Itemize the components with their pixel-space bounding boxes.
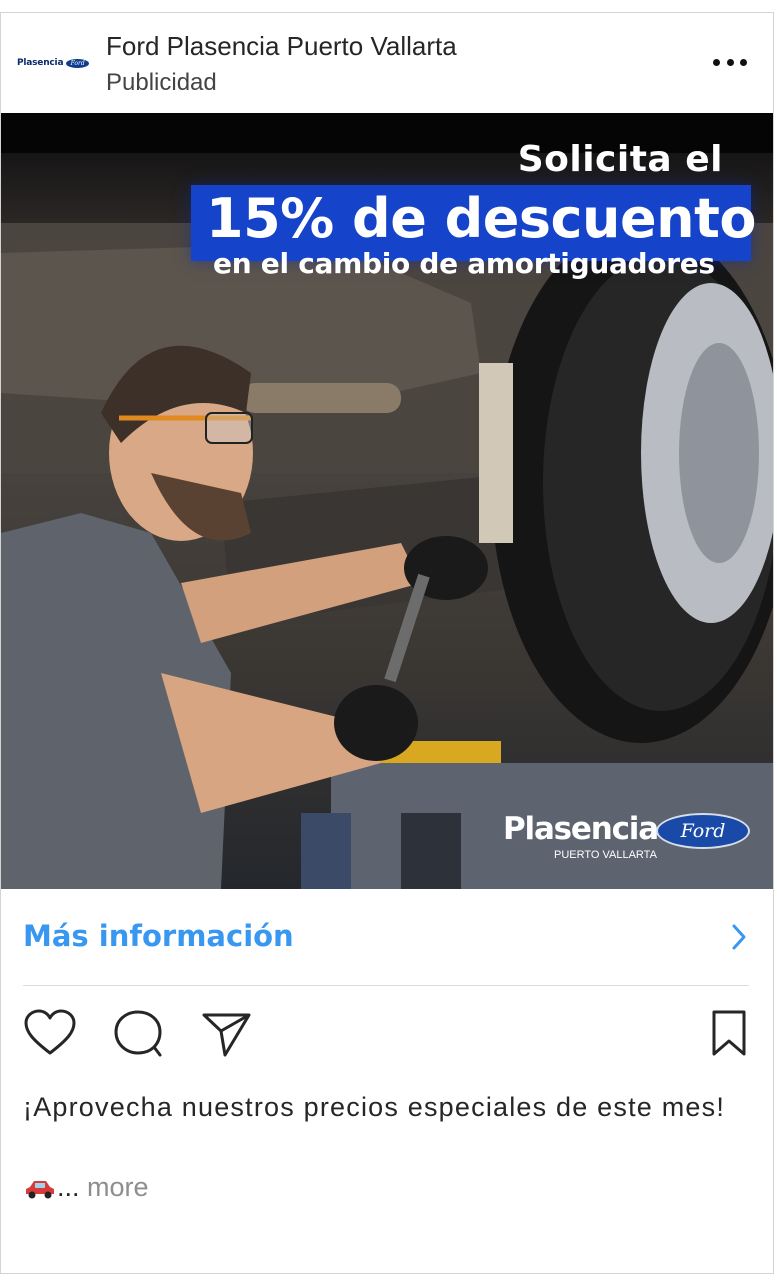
wheel-hub: [679, 343, 759, 563]
share-icon[interactable]: [201, 1011, 253, 1059]
glasses-lens: [205, 412, 253, 444]
avatar-brand-text: Plasencia: [17, 58, 64, 68]
dealer-logo-subtext: PUERTO VALLARTA: [554, 849, 657, 861]
more-info-link[interactable]: Más información: [1, 889, 773, 985]
dealer-logo-text: Plasencia: [503, 811, 659, 847]
post-header: Plasencia Ford Ford Plasencia Puerto Val…: [1, 13, 773, 113]
jack-stand: [301, 813, 351, 889]
heart-icon[interactable]: [23, 1009, 77, 1057]
exhaust-pipe: [241, 383, 401, 413]
headline-line-3: en el cambio de amortiguadores: [213, 247, 715, 280]
ad-image[interactable]: Solicita el 15% de descuento en el cambi…: [1, 113, 773, 889]
divider: [23, 985, 749, 986]
ford-logo: Ford: [656, 813, 750, 849]
cta-label: Más información: [23, 919, 294, 953]
ad-post-card: Plasencia Ford Ford Plasencia Puerto Val…: [0, 12, 774, 1274]
top-bar: [0, 0, 777, 12]
account-name[interactable]: Ford Plasencia Puerto Vallarta: [106, 31, 457, 62]
tool-cabinet: [401, 813, 461, 889]
comment-icon[interactable]: [111, 1009, 165, 1059]
avatar-ford-oval: Ford: [66, 58, 89, 68]
caption-ellipsis: ...: [57, 1172, 80, 1202]
chevron-right-icon: [732, 924, 746, 950]
dot: [740, 58, 747, 66]
more-link[interactable]: more: [87, 1172, 149, 1202]
car-icon: [26, 1180, 54, 1199]
glove-left: [334, 685, 418, 761]
headline-line-1: Solicita el: [517, 139, 723, 180]
more-options-icon[interactable]: [713, 55, 747, 69]
bookmark-icon[interactable]: [709, 1009, 749, 1059]
dot: [713, 58, 720, 66]
headline-line-2: 15% de descuento: [206, 187, 756, 250]
avatar[interactable]: Plasencia Ford: [17, 35, 89, 91]
dot: [726, 58, 734, 66]
sponsored-label: Publicidad: [106, 69, 217, 96]
caption-continuation: ... more: [23, 1167, 149, 1207]
shock-absorber: [479, 363, 513, 543]
post-caption: ¡Aprovecha nuestros precios especiales d…: [23, 1092, 726, 1122]
action-bar: [1, 1005, 773, 1065]
